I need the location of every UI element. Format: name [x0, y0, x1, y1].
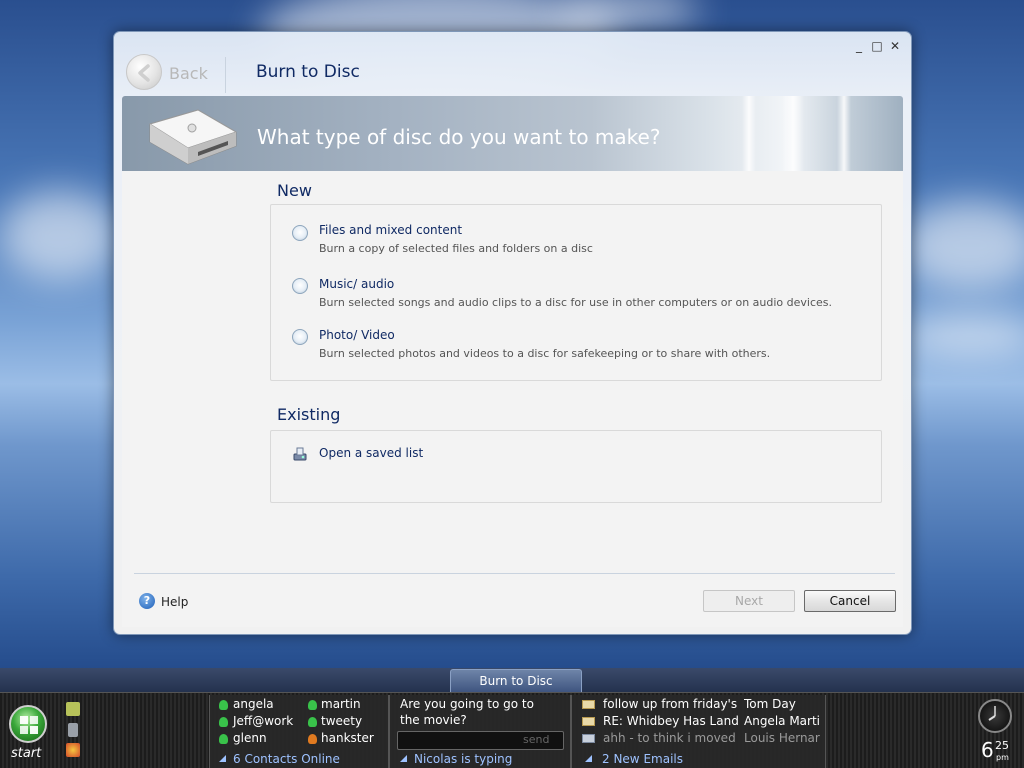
help-link[interactable]: Help — [161, 595, 188, 609]
window-title: Burn to Disc — [256, 62, 360, 82]
desktop-cloud — [900, 315, 1024, 355]
start-label[interactable]: start — [11, 746, 41, 761]
option-title-files[interactable]: Files and mixed content — [319, 223, 462, 237]
contacts-panel: angela Jeff@work glenn martin tweety han… — [209, 695, 389, 768]
email-read-icon — [582, 734, 595, 743]
email-sender: Louis Hernar — [744, 731, 820, 745]
footer-divider — [134, 573, 895, 574]
maximize-button[interactable]: □ — [871, 40, 883, 52]
new-section-heading: New — [277, 181, 312, 200]
contact-tweety[interactable]: tweety — [321, 714, 362, 728]
window-controls: _ □ ✕ — [853, 40, 901, 52]
incoming-message-line-1: Are you going to go to — [400, 697, 534, 711]
existing-section-heading: Existing — [277, 405, 341, 424]
contact-status-icon — [308, 734, 317, 744]
contact-glenn[interactable]: glenn — [233, 731, 267, 745]
optical-drive-icon — [148, 109, 238, 165]
back-label[interactable]: Back — [169, 64, 208, 83]
quicklaunch-media-icon[interactable] — [66, 743, 80, 757]
radio-music-audio[interactable] — [292, 278, 308, 294]
typing-indicator[interactable]: Nicolas is typing — [414, 752, 512, 766]
taskbar-button-burn-to-disc[interactable]: Burn to Disc — [450, 669, 582, 692]
contact-martin[interactable]: martin — [321, 697, 361, 711]
help-icon[interactable]: ? — [139, 593, 155, 609]
title-divider — [225, 57, 226, 93]
email-subject[interactable]: ahh - to think i moved — [603, 731, 738, 745]
open-saved-list-link[interactable]: Open a saved list — [319, 446, 423, 460]
cancel-button[interactable]: Cancel — [804, 590, 896, 612]
email-icon — [582, 700, 595, 709]
banner-streak — [837, 96, 851, 171]
email-icon — [582, 717, 595, 726]
banner-streak — [782, 96, 804, 171]
contact-jeff[interactable]: Jeff@work — [233, 714, 293, 728]
option-title-photo[interactable]: Photo/ Video — [319, 328, 395, 342]
close-button[interactable]: ✕ — [889, 40, 901, 52]
expand-arrow-icon[interactable] — [400, 755, 407, 762]
desktop-cloud — [0, 190, 120, 280]
windows-logo-icon — [20, 716, 38, 734]
clock-ampm: pm — [996, 753, 1009, 762]
contact-hankster[interactable]: hankster — [321, 731, 374, 745]
radio-photo-video[interactable] — [292, 329, 308, 345]
new-options-group: Files and mixed content Burn a copy of s… — [270, 204, 882, 381]
start-button[interactable] — [9, 705, 47, 743]
header-banner: What type of disc do you want to make? — [122, 96, 903, 171]
contact-status-icon — [219, 734, 228, 744]
email-subject[interactable]: follow up from friday's — [603, 697, 738, 711]
contacts-online-count[interactable]: 6 Contacts Online — [233, 752, 340, 766]
option-desc-files: Burn a copy of selected files and folder… — [319, 242, 593, 255]
incoming-message-line-2: the movie? — [400, 713, 467, 727]
clock-minutes: 25 — [995, 739, 1009, 752]
banner-question: What type of disc do you want to make? — [257, 125, 661, 149]
analog-clock-icon[interactable] — [978, 699, 1012, 733]
email-sender: Angela Marti — [744, 714, 820, 728]
contact-status-icon — [219, 700, 228, 710]
banner-streak — [742, 96, 756, 171]
back-button[interactable] — [126, 54, 162, 90]
radio-files-mixed[interactable] — [292, 225, 308, 241]
burn-to-disc-window: _ □ ✕ Back Burn to Disc What type of dis… — [113, 31, 912, 635]
email-sender: Tom Day — [744, 697, 796, 711]
send-button[interactable]: send — [523, 733, 549, 746]
saved-list-icon — [293, 447, 307, 461]
content-area: New Files and mixed content Burn a copy … — [122, 171, 903, 627]
contact-angela[interactable]: angela — [233, 697, 274, 711]
quicklaunch-recycle-icon[interactable] — [68, 723, 78, 737]
next-button[interactable]: Next — [703, 590, 795, 612]
back-arrow-icon — [138, 64, 150, 82]
new-emails-count[interactable]: 2 New Emails — [602, 752, 683, 766]
expand-arrow-icon[interactable] — [219, 755, 226, 762]
clock-hour: 6 — [981, 738, 994, 762]
option-desc-music: Burn selected songs and audio clips to a… — [319, 296, 832, 309]
contact-status-icon — [308, 700, 317, 710]
contact-status-icon — [219, 717, 228, 727]
quicklaunch-cube-icon[interactable] — [66, 702, 80, 716]
existing-options-group: Open a saved list — [270, 430, 882, 503]
contact-status-icon — [308, 717, 317, 727]
minimize-button[interactable]: _ — [853, 40, 865, 52]
desktop-cloud — [900, 200, 1024, 290]
option-desc-photo: Burn selected photos and videos to a dis… — [319, 347, 771, 360]
option-title-music[interactable]: Music/ audio — [319, 277, 394, 291]
expand-arrow-icon[interactable] — [585, 755, 592, 762]
email-subject[interactable]: RE: Whidbey Has Land — [603, 714, 738, 728]
